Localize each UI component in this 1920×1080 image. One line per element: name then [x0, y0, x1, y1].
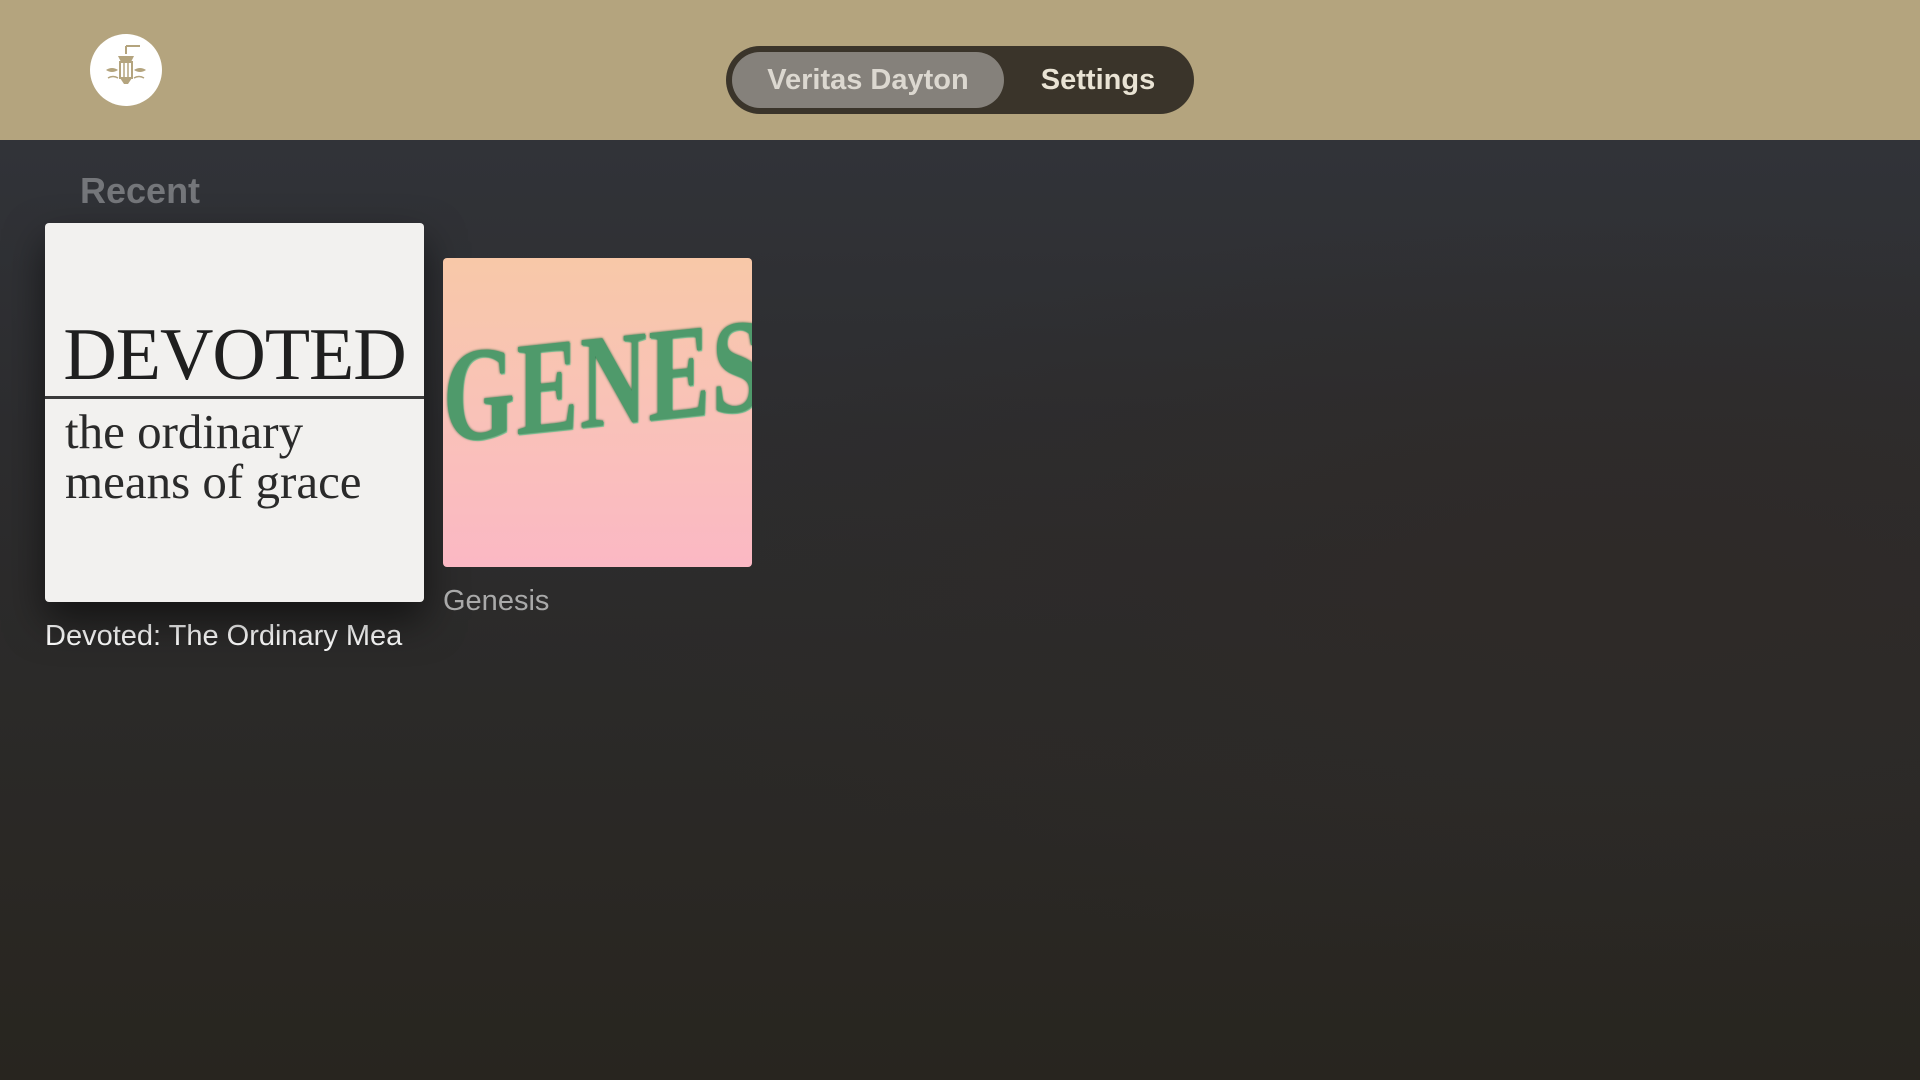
- series-artwork-devoted: DEVOTED the ordinary means of grace: [45, 223, 424, 602]
- app-logo[interactable]: [90, 34, 162, 106]
- artwork-heading: DEVOTED: [63, 314, 406, 396]
- series-title: Genesis: [443, 585, 550, 617]
- artwork-subtitle: the ordinary means of grace: [65, 404, 362, 509]
- recent-section-title: Recent: [80, 170, 201, 211]
- series-title: Devoted: The Ordinary Mea: [45, 620, 403, 652]
- series-card-genesis[interactable]: GENESIS Genesis: [443, 258, 752, 618]
- tab-veritas-dayton[interactable]: Veritas Dayton: [732, 52, 1004, 108]
- nav-tab-bar: Veritas Dayton Settings: [726, 46, 1194, 114]
- series-card-devoted[interactable]: DEVOTED the ordinary means of grace Devo…: [45, 223, 424, 653]
- tab-settings[interactable]: Settings: [1008, 52, 1188, 108]
- series-artwork-genesis: GENESIS: [443, 258, 752, 567]
- top-bar: Veritas Dayton Settings: [0, 0, 1920, 140]
- lantern-icon: [98, 40, 154, 101]
- artwork-heading: GENESIS: [443, 279, 752, 472]
- artwork-divider: [45, 396, 424, 399]
